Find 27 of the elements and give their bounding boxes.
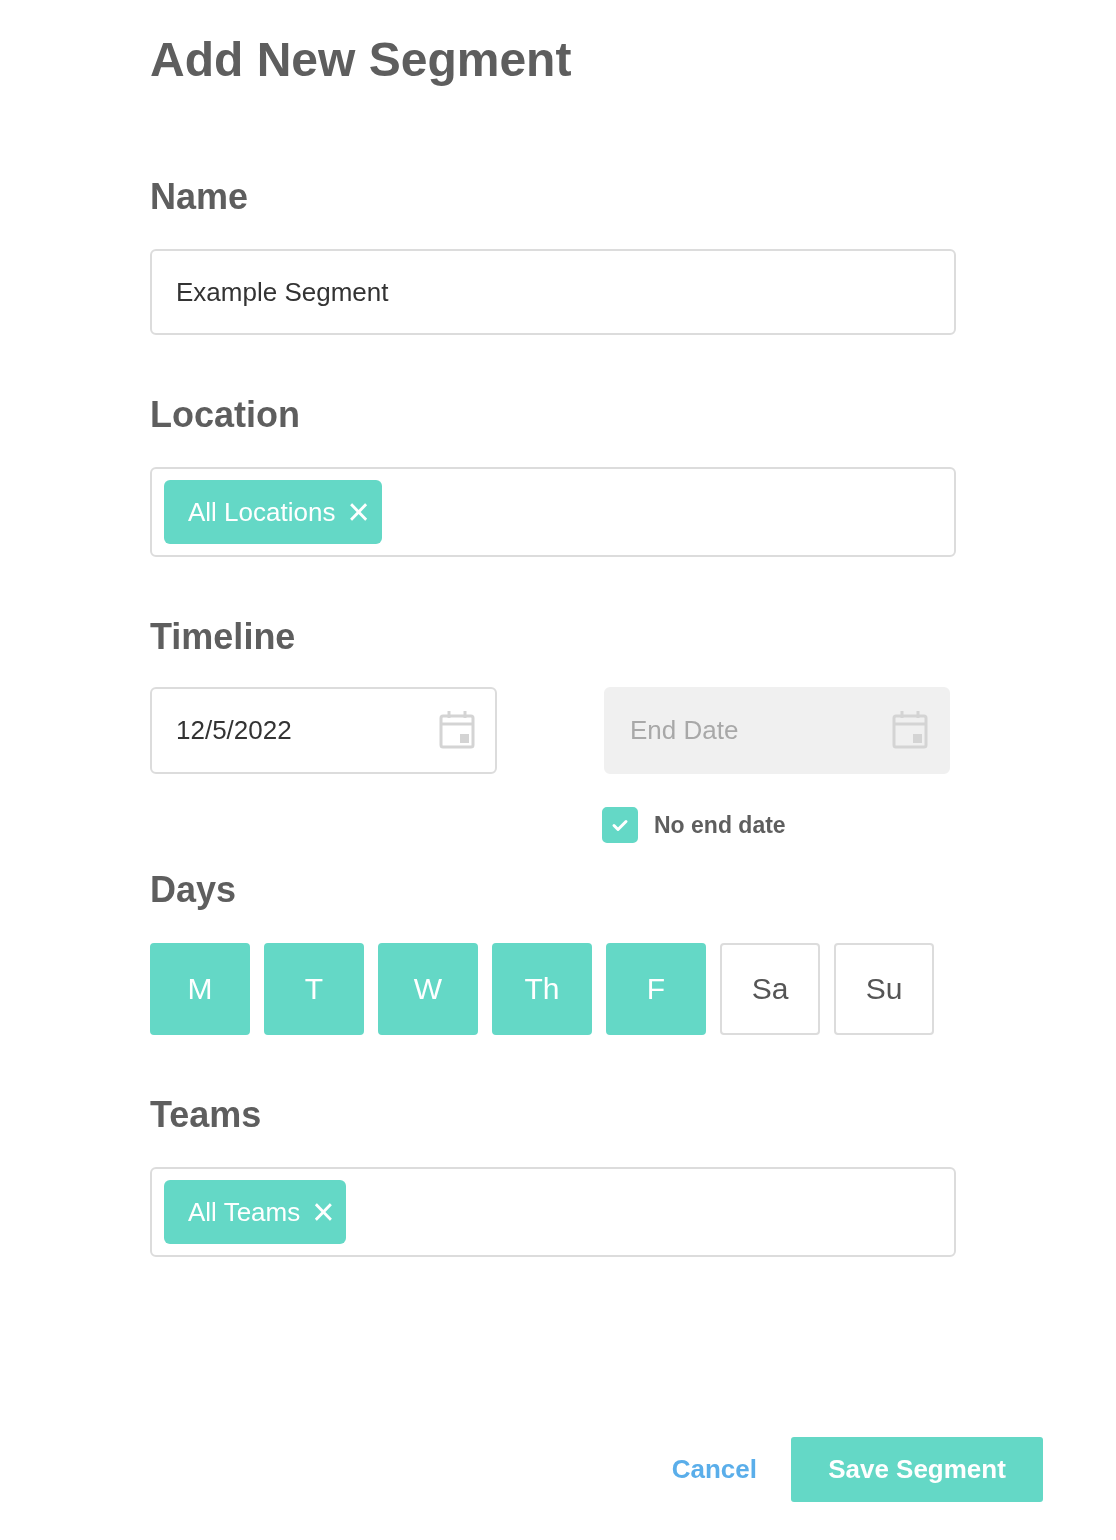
page-title: Add New Segment bbox=[150, 32, 572, 88]
calendar-icon[interactable] bbox=[439, 711, 475, 749]
name-field[interactable]: Example Segment bbox=[150, 249, 956, 335]
calendar-icon[interactable] bbox=[892, 711, 928, 749]
location-field[interactable]: All Locations × bbox=[150, 467, 956, 557]
field-label: Days bbox=[150, 868, 237, 912]
remove-icon[interactable]: × bbox=[312, 1193, 335, 1231]
day-toggle[interactable]: Su bbox=[834, 943, 934, 1035]
day-toggle[interactable]: T bbox=[264, 943, 364, 1035]
start-date-field[interactable]: 12/5/2022 bbox=[150, 687, 497, 774]
day-toggle[interactable]: M bbox=[150, 943, 250, 1035]
save-button[interactable]: Save Segment bbox=[791, 1437, 1043, 1502]
remove-icon[interactable]: × bbox=[347, 493, 370, 531]
checkbox[interactable] bbox=[602, 807, 638, 843]
field-label: Name bbox=[150, 175, 249, 219]
team-tag[interactable]: All Teams × bbox=[164, 1180, 347, 1244]
checkbox-label: No end date bbox=[654, 811, 786, 839]
cancel-button[interactable]: Cancel bbox=[671, 1454, 757, 1485]
field-label: Teams bbox=[150, 1093, 262, 1137]
location-tag[interactable]: All Locations × bbox=[164, 480, 382, 544]
field-label: Location bbox=[150, 393, 300, 437]
day-toggle[interactable]: Sa bbox=[720, 943, 820, 1035]
field-label: Timeline bbox=[150, 615, 296, 659]
teams-field[interactable]: All Teams × bbox=[150, 1167, 956, 1257]
day-toggle[interactable]: W bbox=[378, 943, 478, 1035]
day-toggle[interactable]: F bbox=[606, 943, 706, 1035]
day-toggle[interactable]: Th bbox=[492, 943, 592, 1035]
